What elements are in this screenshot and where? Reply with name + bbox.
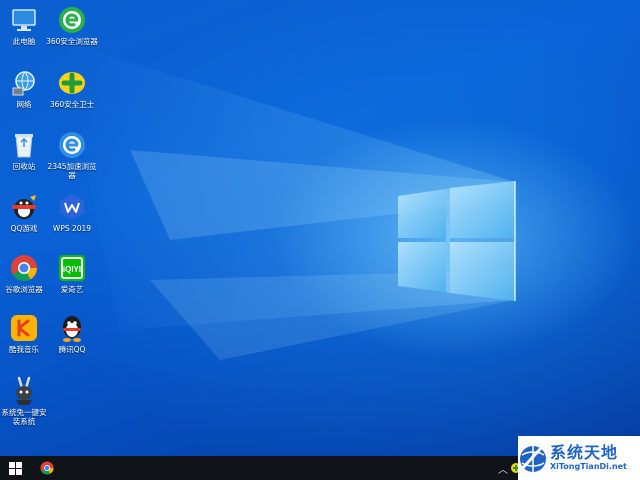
desktop-icon-recycle-bin[interactable]: 回收站 xyxy=(1,130,47,171)
kuwo-icon xyxy=(9,313,39,343)
chevron-up-icon[interactable]: ︿ xyxy=(497,460,509,476)
2345-browser-icon xyxy=(57,130,87,160)
desktop-icon-label: 360安全浏览器 xyxy=(46,37,98,46)
desktop-icon-network[interactable]: 网络 xyxy=(1,68,47,109)
iqiyi-icon: iQIYI xyxy=(57,253,87,283)
windows-start-icon xyxy=(8,461,22,475)
desktop-icon-label: WPS 2019 xyxy=(52,224,92,233)
desktop-icon-label: 爱奇艺 xyxy=(60,285,84,294)
network-icon xyxy=(9,68,39,98)
desktop-icon-chrome[interactable]: 谷歌浏览器 xyxy=(1,253,47,294)
desktop-icon-label: 网络 xyxy=(16,100,32,109)
computer-icon xyxy=(9,5,39,35)
taskbar-chrome-button[interactable] xyxy=(38,460,56,476)
360-guard-icon xyxy=(57,68,87,98)
chrome-icon xyxy=(9,253,39,283)
desktop-icon-label: 360安全卫士 xyxy=(49,100,95,109)
desktop-icon-360-browser[interactable]: 360安全浏览器 xyxy=(46,5,98,46)
desktop-icon-label: 回收站 xyxy=(12,162,36,171)
desktop-icon-qq-game[interactable]: QQ游戏 xyxy=(1,192,47,233)
desktop-icon-wps[interactable]: WPS 2019 xyxy=(49,192,95,233)
watermark-globe-icon xyxy=(518,445,546,473)
desktop-icon-qq[interactable]: 腾讯QQ xyxy=(49,313,95,354)
watermark-title: 系统天地 xyxy=(550,443,619,462)
desktop: 此电脑 网络 回收站 QQ游戏 谷歌浏览器 酷我音乐 系统兔一键安装系统 360… xyxy=(0,0,640,456)
desktop-icon-label: 此电脑 xyxy=(12,37,36,46)
qq-game-icon xyxy=(9,192,39,222)
desktop-icon-label: 2345加速浏览器 xyxy=(47,162,97,180)
desktop-icon-2345-browser[interactable]: 2345加速浏览器 xyxy=(47,130,97,180)
desktop-icon-rabbit-installer[interactable]: 系统兔一键安装系统 xyxy=(1,376,47,426)
desktop-icon-label: 腾讯QQ xyxy=(58,345,86,354)
watermark-logo: 系统天地 XiTongTianDi.net xyxy=(518,436,640,480)
svg-text:iQIYI: iQIYI xyxy=(63,265,81,274)
desktop-icon-label: 酷我音乐 xyxy=(9,345,39,354)
desktop-icon-360-guard[interactable]: 360安全卫士 xyxy=(49,68,95,109)
recycle-bin-icon xyxy=(9,130,39,160)
desktop-icon-this-pc[interactable]: 此电脑 xyxy=(1,5,47,46)
watermark-url: XiTongTianDi.net xyxy=(550,462,627,471)
rabbit-installer-icon xyxy=(9,376,39,406)
desktop-icon-label: 系统兔一键安装系统 xyxy=(1,408,47,426)
desktop-icon-label: QQ游戏 xyxy=(10,224,38,233)
chrome-icon xyxy=(40,461,54,475)
desktop-icon-iqiyi[interactable]: iQIYI 爱奇艺 xyxy=(49,253,95,294)
start-button[interactable] xyxy=(6,460,24,476)
desktop-icon-label: 谷歌浏览器 xyxy=(5,285,43,294)
desktop-icon-kuwo[interactable]: 酷我音乐 xyxy=(1,313,47,354)
wps-icon xyxy=(57,192,87,222)
qq-icon xyxy=(57,313,87,343)
360-browser-icon xyxy=(57,5,87,35)
